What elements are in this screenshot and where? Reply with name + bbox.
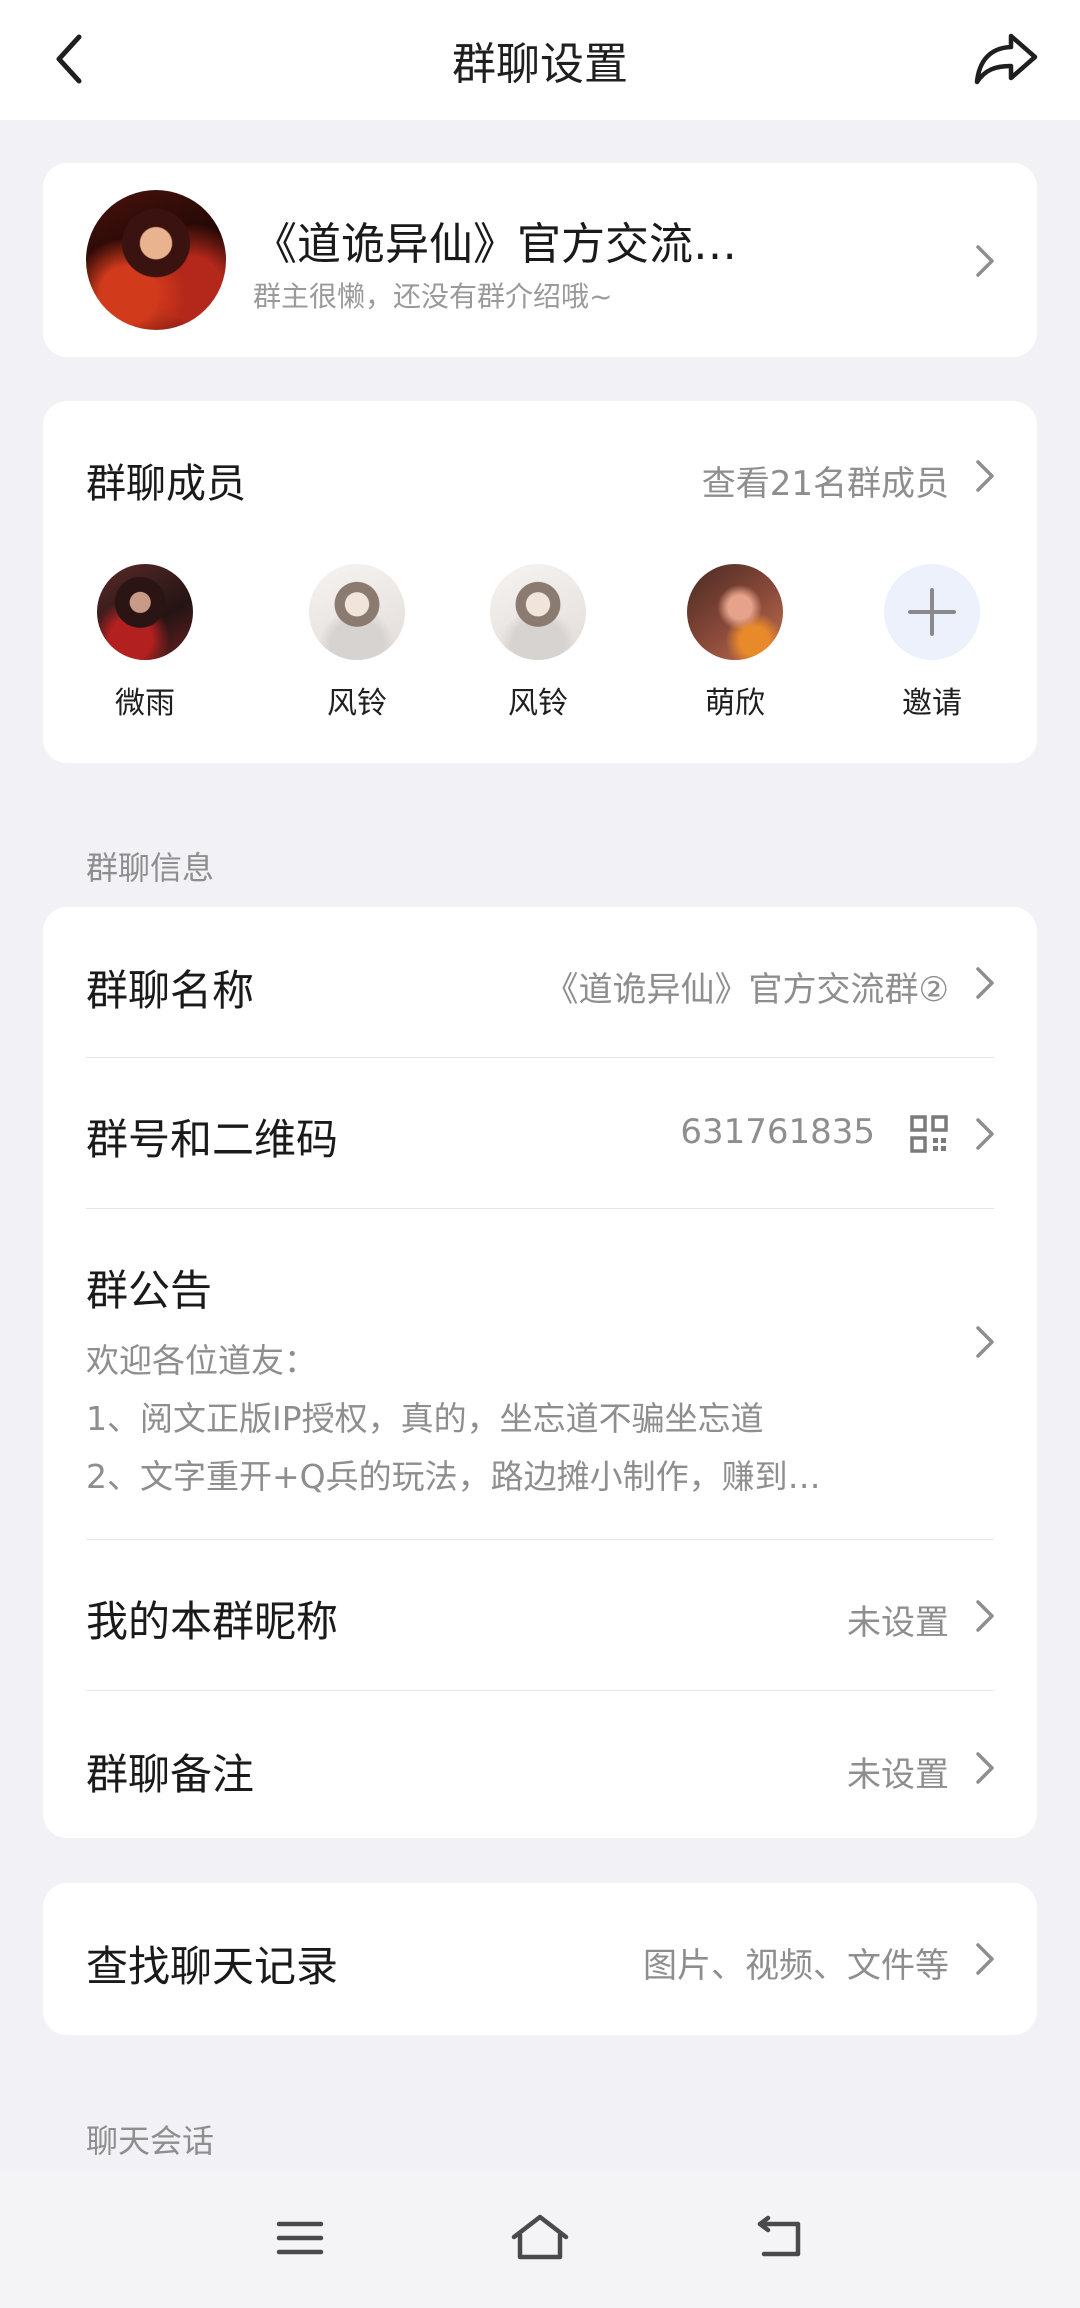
my-nickname-row[interactable]: 我的本群昵称 未设置 [43, 1540, 1037, 1690]
section-label-group-info: 群聊信息 [86, 849, 215, 887]
invite-button[interactable]: 邀请 [862, 564, 1002, 722]
nav-home-button[interactable] [505, 2208, 575, 2268]
avatar [490, 564, 586, 660]
chevron-right-icon [976, 1326, 994, 1358]
share-icon [974, 33, 1038, 85]
chevron-right-icon [976, 1118, 994, 1150]
notice-line: 欢迎各位道友： [86, 1341, 317, 1380]
notice-line: 1、阅文正版IP授权，真的，坐忘道不骗坐忘道 [86, 1399, 764, 1438]
invite-label: 邀请 [902, 686, 962, 721]
member-item[interactable]: 风铃 [287, 564, 427, 722]
plus-icon [908, 588, 956, 636]
row-label: 群聊名称 [86, 966, 255, 1015]
chevron-left-icon [56, 34, 82, 84]
member-item[interactable]: 萌欣 [665, 564, 805, 722]
view-all-members-link[interactable]: 查看21名群成员 [702, 456, 949, 505]
member-name: 萌欣 [705, 686, 765, 721]
row-label: 群公告 [86, 1266, 213, 1315]
row-value: 未设置 [847, 1755, 949, 1795]
system-nav-bar [0, 2170, 1080, 2308]
member-name: 微雨 [115, 686, 175, 721]
group-id-value: 631761835 [680, 1112, 875, 1152]
members-title: 群聊成员 [86, 461, 246, 507]
row-value: 《道诡异仙》官方交流群② [544, 970, 949, 1010]
section-label-chat-session: 聊天会话 [86, 2122, 215, 2160]
nav-menu-button[interactable] [265, 2208, 335, 2268]
row-label: 群聊备注 [86, 1750, 255, 1799]
row-value: 图片、视频、文件等 [643, 1946, 949, 1986]
chevron-right-icon [976, 967, 994, 999]
group-remark-row[interactable]: 群聊备注 未设置 [43, 1691, 1037, 1838]
group-description: 群主很懒，还没有群介绍哦~ [253, 280, 613, 313]
group-name-row[interactable]: 群聊名称 《道诡异仙》官方交流群② [43, 907, 1037, 1057]
search-row: 查找聊天记录 图片、视频、文件等 [43, 1883, 1037, 2035]
chevron-right-icon [976, 1943, 994, 1975]
home-icon [511, 2214, 569, 2260]
qr-code-icon [910, 1115, 948, 1153]
row-label: 我的本群昵称 [86, 1597, 339, 1646]
nav-back-button[interactable] [745, 2208, 815, 2268]
top-bar: 群聊设置 [0, 0, 1080, 120]
group-info-card: 群聊名称 《道诡异仙》官方交流群② 群号和二维码 631761835 群公告 欢… [43, 907, 1037, 1838]
row-label: 查找聊天记录 [86, 1942, 339, 1991]
chevron-right-icon [976, 245, 994, 277]
notice-line: 2、文字重开+Q兵的玩法，路边摊小制作，赚到… [86, 1457, 821, 1496]
group-notice-row[interactable]: 群公告 欢迎各位道友： 1、阅文正版IP授权，真的，坐忘道不骗坐忘道 2、文字重… [43, 1209, 1037, 1539]
back-button[interactable] [34, 24, 104, 94]
member-name: 风铃 [508, 686, 568, 721]
member-name: 风铃 [327, 686, 387, 721]
members-card: 群聊成员 查看21名群成员 微雨 风铃 风铃 萌欣 邀请 [43, 401, 1037, 763]
group-profile-card[interactable]: 《道诡异仙》官方交流… 群主很懒，还没有群介绍哦~ [43, 163, 1037, 357]
share-button[interactable] [966, 22, 1046, 94]
chevron-right-icon [976, 1752, 994, 1784]
member-item[interactable]: 风铃 [468, 564, 608, 722]
group-id-qr-row[interactable]: 群号和二维码 631761835 [43, 1058, 1037, 1208]
member-item[interactable]: 微雨 [75, 564, 215, 722]
invite-avatar [884, 564, 980, 660]
search-chat-history-row[interactable]: 查找聊天记录 图片、视频、文件等 [43, 1883, 1037, 2035]
page-title: 群聊设置 [452, 39, 628, 90]
chevron-right-icon [976, 1600, 994, 1632]
row-value: 未设置 [847, 1603, 949, 1643]
avatar [309, 564, 405, 660]
chevron-right-icon [976, 460, 994, 492]
row-label: 群号和二维码 [86, 1115, 339, 1164]
avatar [687, 564, 783, 660]
avatar [97, 564, 193, 660]
menu-icon [276, 2221, 324, 2255]
back-icon [757, 2215, 801, 2257]
group-avatar [86, 190, 226, 330]
group-name: 《道诡异仙》官方交流… [253, 219, 737, 270]
